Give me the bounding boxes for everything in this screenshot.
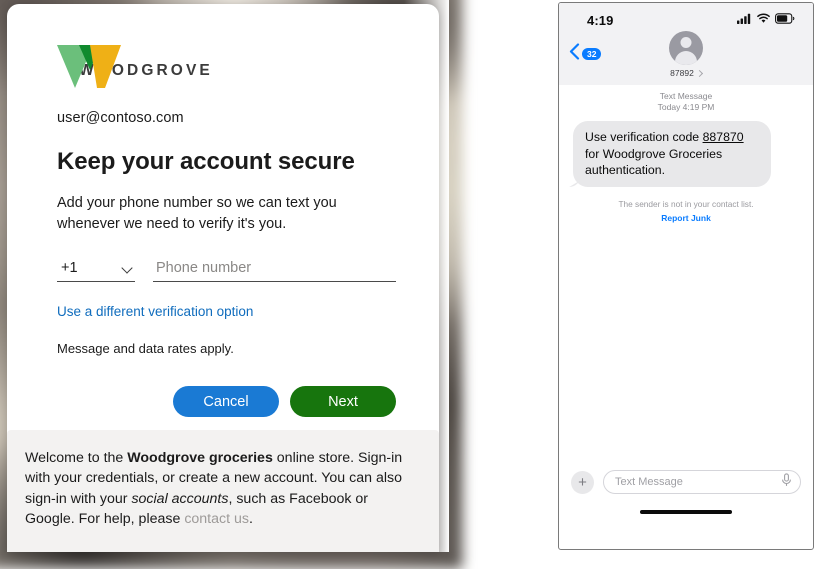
status-time: 4:19	[587, 12, 614, 28]
conversation-body: Text Message Today 4:19 PM Use verificat…	[559, 85, 813, 521]
phone-entry-row: +1	[57, 260, 396, 283]
contact-name-row: 87892	[670, 68, 703, 78]
report-junk-link[interactable]: Report Junk	[559, 213, 813, 223]
wifi-icon	[757, 11, 770, 29]
contact-name: 87892	[670, 68, 694, 78]
welcome-notice-text: Welcome to the Woodgrove groceries onlin…	[25, 448, 421, 530]
verification-code[interactable]: 887870	[703, 130, 744, 144]
phone-number-input[interactable]	[153, 260, 396, 283]
sender-not-in-contacts-note: The sender is not in your contact list.	[618, 199, 754, 210]
phone-status-bar: 4:19	[559, 11, 813, 29]
message-text-before-code: Use verification code	[585, 130, 703, 145]
status-icons	[737, 11, 795, 29]
contact-avatar-icon	[669, 31, 703, 65]
contact-us-link[interactable]: contact us	[184, 511, 249, 527]
next-button[interactable]: Next	[290, 386, 396, 418]
page-subtitle: Add your phone number so we can text you…	[57, 195, 337, 232]
phone-mockup: 4:19 32 87892 Text Message Today 4:19 PM…	[558, 2, 814, 550]
message-text-after-code: for Woodgrove Groceries authentication.	[585, 146, 723, 177]
welcome-notice-banner: Welcome to the Woodgrove groceries onlin…	[7, 429, 439, 552]
screen-root: WOODGROVE user@contoso.com Keep your acc…	[0, 0, 816, 569]
microphone-icon[interactable]	[781, 472, 792, 492]
use-different-verification-option-link[interactable]: Use a different verification option	[57, 304, 253, 319]
message-input-field[interactable]: Text Message	[603, 470, 801, 494]
home-indicator	[640, 510, 732, 514]
phone-header: 4:19 32 87892	[559, 3, 813, 85]
notice-italic-social: social accounts	[131, 490, 229, 507]
cellular-signal-icon	[737, 11, 752, 29]
battery-icon	[775, 11, 795, 29]
chevron-down-icon	[122, 263, 133, 274]
message-rates-note: Message and data rates apply.	[57, 341, 234, 357]
country-code-value: +1	[61, 260, 78, 277]
message-input-placeholder: Text Message	[615, 476, 683, 488]
notice-part-4: .	[248, 511, 253, 528]
message-bubble: Use verification code 887870 for Woodgro…	[573, 121, 771, 188]
account-email: user@contoso.com	[57, 110, 184, 126]
cancel-button[interactable]: Cancel	[173, 386, 279, 418]
phone-nav-bar: 32 87892	[559, 29, 813, 87]
country-code-select[interactable]: +1	[57, 260, 135, 283]
chevron-right-icon	[695, 69, 703, 77]
plus-icon[interactable]: +	[571, 470, 594, 494]
page-title: Keep your account secure	[57, 148, 355, 175]
notice-part-1: Welcome to the	[25, 449, 128, 466]
notice-bold-brand: Woodgrove groceries	[127, 449, 273, 466]
service-label: Text Message	[659, 91, 713, 101]
signin-card-body: WOODGROVE user@contoso.com Keep your acc…	[7, 4, 439, 418]
message-meta: Text Message Today 4:19 PM	[559, 91, 813, 113]
woodgrove-logo-icon	[57, 44, 121, 88]
action-button-row: Cancel Next	[57, 386, 396, 418]
brand-logo: WOODGROVE	[57, 44, 396, 88]
message-timestamp: Today 4:19 PM	[657, 102, 715, 113]
conversation-contact-header[interactable]: 87892	[559, 31, 813, 78]
